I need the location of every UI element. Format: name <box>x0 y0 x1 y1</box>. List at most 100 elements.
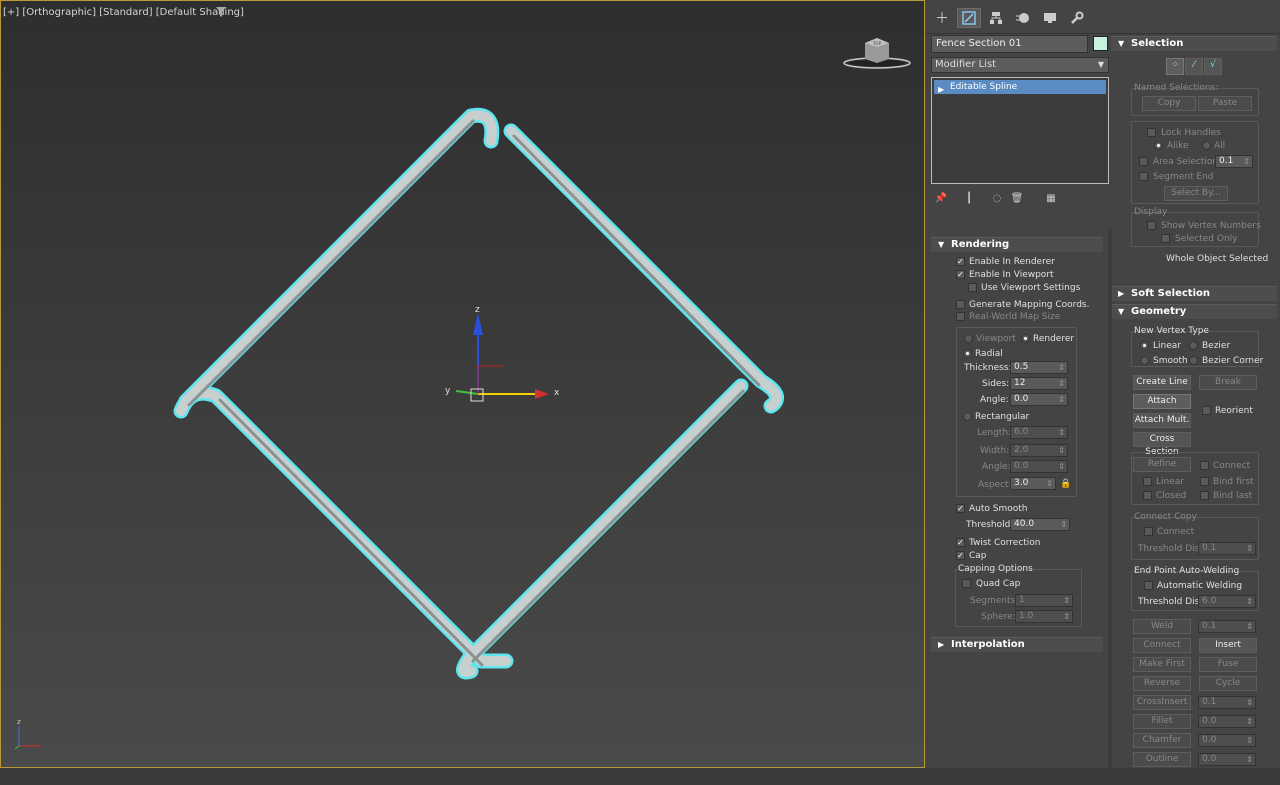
make-unique-icon[interactable]: ◌ <box>990 191 1004 205</box>
selected-only-checkbox[interactable] <box>1161 234 1170 243</box>
connect-button[interactable]: Connect <box>1133 638 1191 653</box>
attach-button[interactable]: Attach <box>1133 394 1191 409</box>
make-first-button[interactable]: Make First <box>1133 657 1191 672</box>
closed-checkbox[interactable] <box>1143 491 1152 500</box>
twist-correction-checkbox[interactable]: ✓ <box>956 538 965 547</box>
chamfer-button[interactable]: Chamfer <box>1133 733 1191 748</box>
sphere-spinner[interactable]: 1.0 <box>1015 610 1073 623</box>
rollout-interpolation[interactable]: ▶ Interpolation <box>931 637 1103 652</box>
stack-item-editable-spline[interactable]: ▶ Editable Spline <box>934 80 1106 94</box>
transform-gizmo[interactable] <box>455 313 549 402</box>
aspect-spinner[interactable]: 3.0 <box>1010 477 1056 490</box>
connect-copy-checkbox[interactable] <box>1144 527 1153 536</box>
renderer-radio[interactable] <box>1021 334 1030 343</box>
reverse-button[interactable]: Reverse <box>1133 676 1191 691</box>
show-end-result-icon[interactable]: ┃ <box>962 191 976 205</box>
display-icon[interactable] <box>1038 8 1062 28</box>
width-spinner[interactable]: 2.0 <box>1010 444 1068 457</box>
auto-smooth-checkbox[interactable]: ✓ <box>956 504 965 513</box>
lock-handles-checkbox[interactable] <box>1147 128 1156 137</box>
rollout-selection[interactable]: ▼ Selection <box>1111 36 1277 51</box>
select-by-button[interactable]: Select By... <box>1164 186 1228 201</box>
smooth-radio[interactable] <box>1140 356 1149 365</box>
break-button[interactable]: Break <box>1199 375 1257 390</box>
automatic-welding-checkbox[interactable] <box>1144 581 1153 590</box>
thickness-spinner[interactable]: 0.5 <box>1010 361 1068 374</box>
modifier-stack[interactable]: ▶ Editable Spline <box>931 77 1109 184</box>
linear-checkbox[interactable] <box>1143 477 1152 486</box>
viewcube[interactable]: TOP <box>843 33 913 73</box>
bind-last-checkbox[interactable] <box>1200 491 1209 500</box>
fillet-spinner[interactable]: 0.0 <box>1198 715 1256 728</box>
fillet-button[interactable]: Fillet <box>1133 714 1191 729</box>
insert-button[interactable]: Insert <box>1199 638 1257 653</box>
attach-mult-button[interactable]: Attach Mult. <box>1133 413 1191 428</box>
spline-mode-icon[interactable]: √ <box>1204 58 1222 75</box>
reorient-checkbox[interactable] <box>1202 406 1211 415</box>
weld-spinner[interactable]: 0.1 <box>1198 620 1256 633</box>
motion-icon[interactable] <box>1011 8 1035 28</box>
panel-scrollbar[interactable] <box>1108 228 1112 768</box>
length-spinner[interactable]: 6.0 <box>1010 426 1068 439</box>
sides-spinner[interactable]: 12 <box>1010 377 1068 390</box>
cap-checkbox[interactable]: ✓ <box>956 551 965 560</box>
linear-radio[interactable] <box>1140 341 1149 350</box>
all-radio[interactable] <box>1202 141 1211 150</box>
generate-mapping-checkbox[interactable] <box>956 300 965 309</box>
refine-button[interactable]: Refine <box>1133 457 1191 472</box>
area-selection-checkbox[interactable] <box>1139 157 1148 166</box>
bind-first-checkbox[interactable] <box>1200 477 1209 486</box>
outline-spinner[interactable]: 0.0 <box>1198 753 1256 766</box>
rollout-geometry[interactable]: ▼ Geometry <box>1111 304 1277 319</box>
connect-checkbox[interactable] <box>1200 461 1209 470</box>
bezier-radio[interactable] <box>1189 341 1198 350</box>
crossinsert-button[interactable]: CrossInsert <box>1133 695 1191 710</box>
modifier-list-dropdown[interactable]: Modifier List ▼ <box>931 57 1109 73</box>
bezier-corner-radio[interactable] <box>1189 356 1198 365</box>
chamfer-spinner[interactable]: 0.0 <box>1198 734 1256 747</box>
cross-section-button[interactable]: Cross Section <box>1133 432 1191 457</box>
pin-stack-icon[interactable]: 📌 <box>934 191 948 205</box>
enable-in-viewport-checkbox[interactable]: ✓ <box>956 270 965 279</box>
paste-button[interactable]: Paste <box>1198 96 1252 111</box>
remove-modifier-icon[interactable]: 🗑 <box>1010 191 1024 205</box>
segment-mode-icon[interactable]: ⁄ <box>1185 58 1203 75</box>
segments-spinner[interactable]: 1 <box>1015 594 1073 607</box>
expand-triangle-icon[interactable]: ▶ <box>938 83 944 97</box>
copy-button[interactable]: Copy <box>1142 96 1196 111</box>
enable-in-renderer-checkbox[interactable]: ✓ <box>956 257 965 266</box>
threshold-dist-spinner[interactable]: 0.1 <box>1198 542 1256 555</box>
vertex-mode-icon[interactable]: ⁘ <box>1166 58 1184 75</box>
angle-spinner[interactable]: 0.0 <box>1010 393 1068 406</box>
scene-canvas[interactable]: x y z <box>1 1 925 768</box>
rectangular-radio[interactable] <box>963 412 972 421</box>
configure-modifier-sets-icon[interactable]: ▦ <box>1044 191 1058 205</box>
weld-button[interactable]: Weld <box>1133 619 1191 634</box>
fuse-button[interactable]: Fuse <box>1199 657 1257 672</box>
area-selection-spinner[interactable]: 0.1 <box>1215 155 1253 168</box>
radial-radio[interactable] <box>963 349 972 358</box>
utilities-icon[interactable] <box>1065 8 1089 28</box>
create-line-button[interactable]: Create Line <box>1133 375 1191 390</box>
rollout-rendering[interactable]: ▼ Rendering <box>931 237 1103 252</box>
use-viewport-settings-checkbox[interactable] <box>968 283 977 292</box>
cycle-button[interactable]: Cycle <box>1199 676 1257 691</box>
angle2-spinner[interactable]: 0.0 <box>1010 460 1068 473</box>
crossinsert-spinner[interactable]: 0.1 <box>1198 696 1256 709</box>
rollout-soft-selection[interactable]: ▶ Soft Selection <box>1111 286 1277 301</box>
real-world-map-checkbox[interactable] <box>956 312 965 321</box>
threshold-spinner[interactable]: 40.0 <box>1010 518 1070 531</box>
object-name-field[interactable]: Fence Section 01 <box>931 35 1088 53</box>
hierarchy-icon[interactable] <box>984 8 1008 28</box>
outline-button[interactable]: Outline <box>1133 752 1191 767</box>
create-icon[interactable]: ＋ <box>930 8 954 28</box>
quad-cap-checkbox[interactable] <box>962 579 971 588</box>
alike-radio[interactable] <box>1154 141 1163 150</box>
lock-aspect-icon[interactable]: 🔒 <box>1060 479 1071 489</box>
segment-end-checkbox[interactable] <box>1139 172 1148 181</box>
viewport-radio[interactable] <box>964 334 973 343</box>
threshold-dist2-spinner[interactable]: 6.0 <box>1198 595 1256 608</box>
object-color-swatch[interactable] <box>1093 36 1108 51</box>
viewport-perspective[interactable]: [+] [Orthographic] [Standard] [Default S… <box>0 0 925 768</box>
show-vertex-numbers-checkbox[interactable] <box>1147 221 1156 230</box>
